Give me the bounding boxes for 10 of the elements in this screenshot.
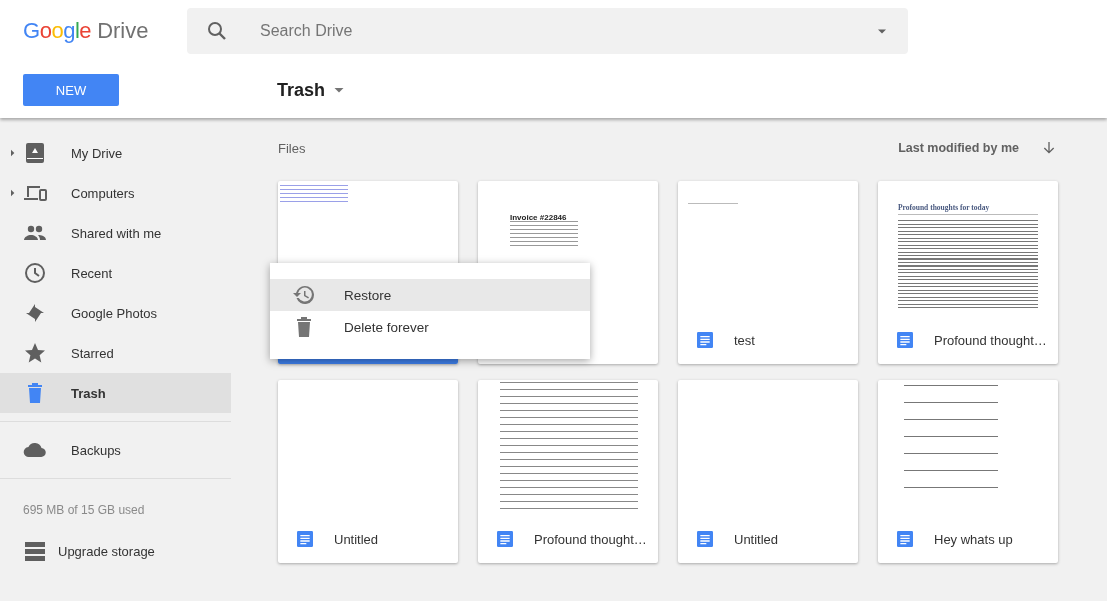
- file-name: test: [734, 332, 755, 348]
- google-drive-logo: Google Drive: [22, 18, 150, 44]
- file-name: Hey whats up: [934, 531, 1013, 547]
- section-heading: Files: [278, 140, 306, 156]
- file-name: Profound thought…: [934, 332, 1047, 348]
- file-name: Untitled: [734, 531, 779, 547]
- thumbnail-heading: Invoice #22846: [510, 213, 568, 222]
- file-name: Profound thought…: [534, 531, 647, 547]
- storage-usage-text: 695 MB of 15 GB used: [22, 502, 146, 517]
- file-name: Untitled: [334, 531, 379, 547]
